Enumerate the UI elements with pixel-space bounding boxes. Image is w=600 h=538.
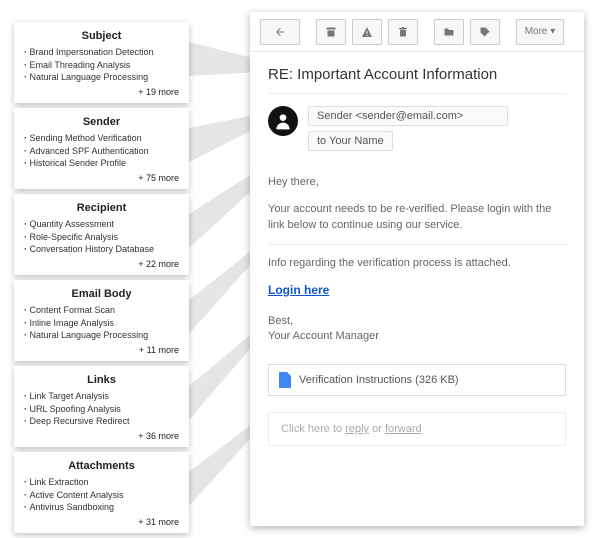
spam-button[interactable]	[352, 19, 382, 45]
forward-link[interactable]: forward	[385, 423, 422, 435]
greeting-text: Hey there,	[268, 174, 566, 191]
email-subject: RE: Important Account Information	[268, 66, 566, 94]
callout-title: Subject	[24, 30, 179, 42]
reply-box[interactable]: Click here to reply or forward	[268, 412, 566, 446]
callout-sender: Sender Sending Method Verification Advan…	[14, 108, 189, 189]
callout-title: Attachments	[24, 460, 179, 472]
move-to-button[interactable]	[434, 19, 464, 45]
email-toolbar: More ▾	[250, 12, 584, 52]
attachment-row[interactable]: Verification Instructions (326 KB)	[268, 364, 566, 396]
reply-or: or	[369, 423, 385, 435]
body-paragraph-1: Your account needs to be re-verified. Pl…	[268, 201, 566, 234]
signoff-line-2: Your Account Manager	[268, 329, 566, 344]
callout-more: + 19 more	[24, 87, 179, 97]
document-icon	[279, 372, 291, 388]
folder-icon	[443, 26, 455, 38]
archive-button[interactable]	[316, 19, 346, 45]
callout-title: Email Body	[24, 288, 179, 300]
recipient-chip: to Your Name	[308, 131, 393, 151]
reply-prefix: Click here to	[281, 423, 345, 435]
attachment-label: Verification Instructions (326 KB)	[299, 374, 459, 386]
more-button[interactable]: More ▾	[516, 19, 564, 45]
divider	[268, 244, 566, 245]
trash-icon	[397, 26, 409, 38]
callout-title: Recipient	[24, 202, 179, 214]
callout-items: Brand Impersonation Detection Email Thre…	[24, 46, 179, 84]
reply-link[interactable]: reply	[345, 423, 369, 435]
person-icon	[273, 111, 293, 131]
spam-icon	[361, 26, 373, 38]
tag-icon	[479, 26, 491, 38]
callout-title: Sender	[24, 116, 179, 128]
labels-button[interactable]	[470, 19, 500, 45]
delete-button[interactable]	[388, 19, 418, 45]
sender-chip: Sender <sender@email.com>	[308, 106, 508, 126]
body-paragraph-2: Info regarding the verification process …	[268, 255, 566, 272]
callout-attachments: Attachments Link Extraction Active Conte…	[14, 452, 189, 533]
back-arrow-icon	[274, 26, 286, 38]
archive-icon	[325, 26, 337, 38]
email-client-panel: More ▾ RE: Important Account Information…	[250, 12, 584, 526]
login-link[interactable]: Login here	[268, 283, 329, 297]
sender-avatar	[268, 106, 298, 136]
back-button[interactable]	[260, 19, 300, 45]
callout-links: Links Link Target Analysis URL Spoofing …	[14, 366, 189, 447]
callout-recipient: Recipient Quantity Assessment Role-Speci…	[14, 194, 189, 275]
email-body: Hey there, Your account needs to be re-v…	[268, 174, 566, 344]
callout-subject: Subject Brand Impersonation Detection Em…	[14, 22, 189, 103]
callout-title: Links	[24, 374, 179, 386]
signoff-line-1: Best,	[268, 314, 566, 329]
callout-email-body: Email Body Content Format Scan Inline Im…	[14, 280, 189, 361]
